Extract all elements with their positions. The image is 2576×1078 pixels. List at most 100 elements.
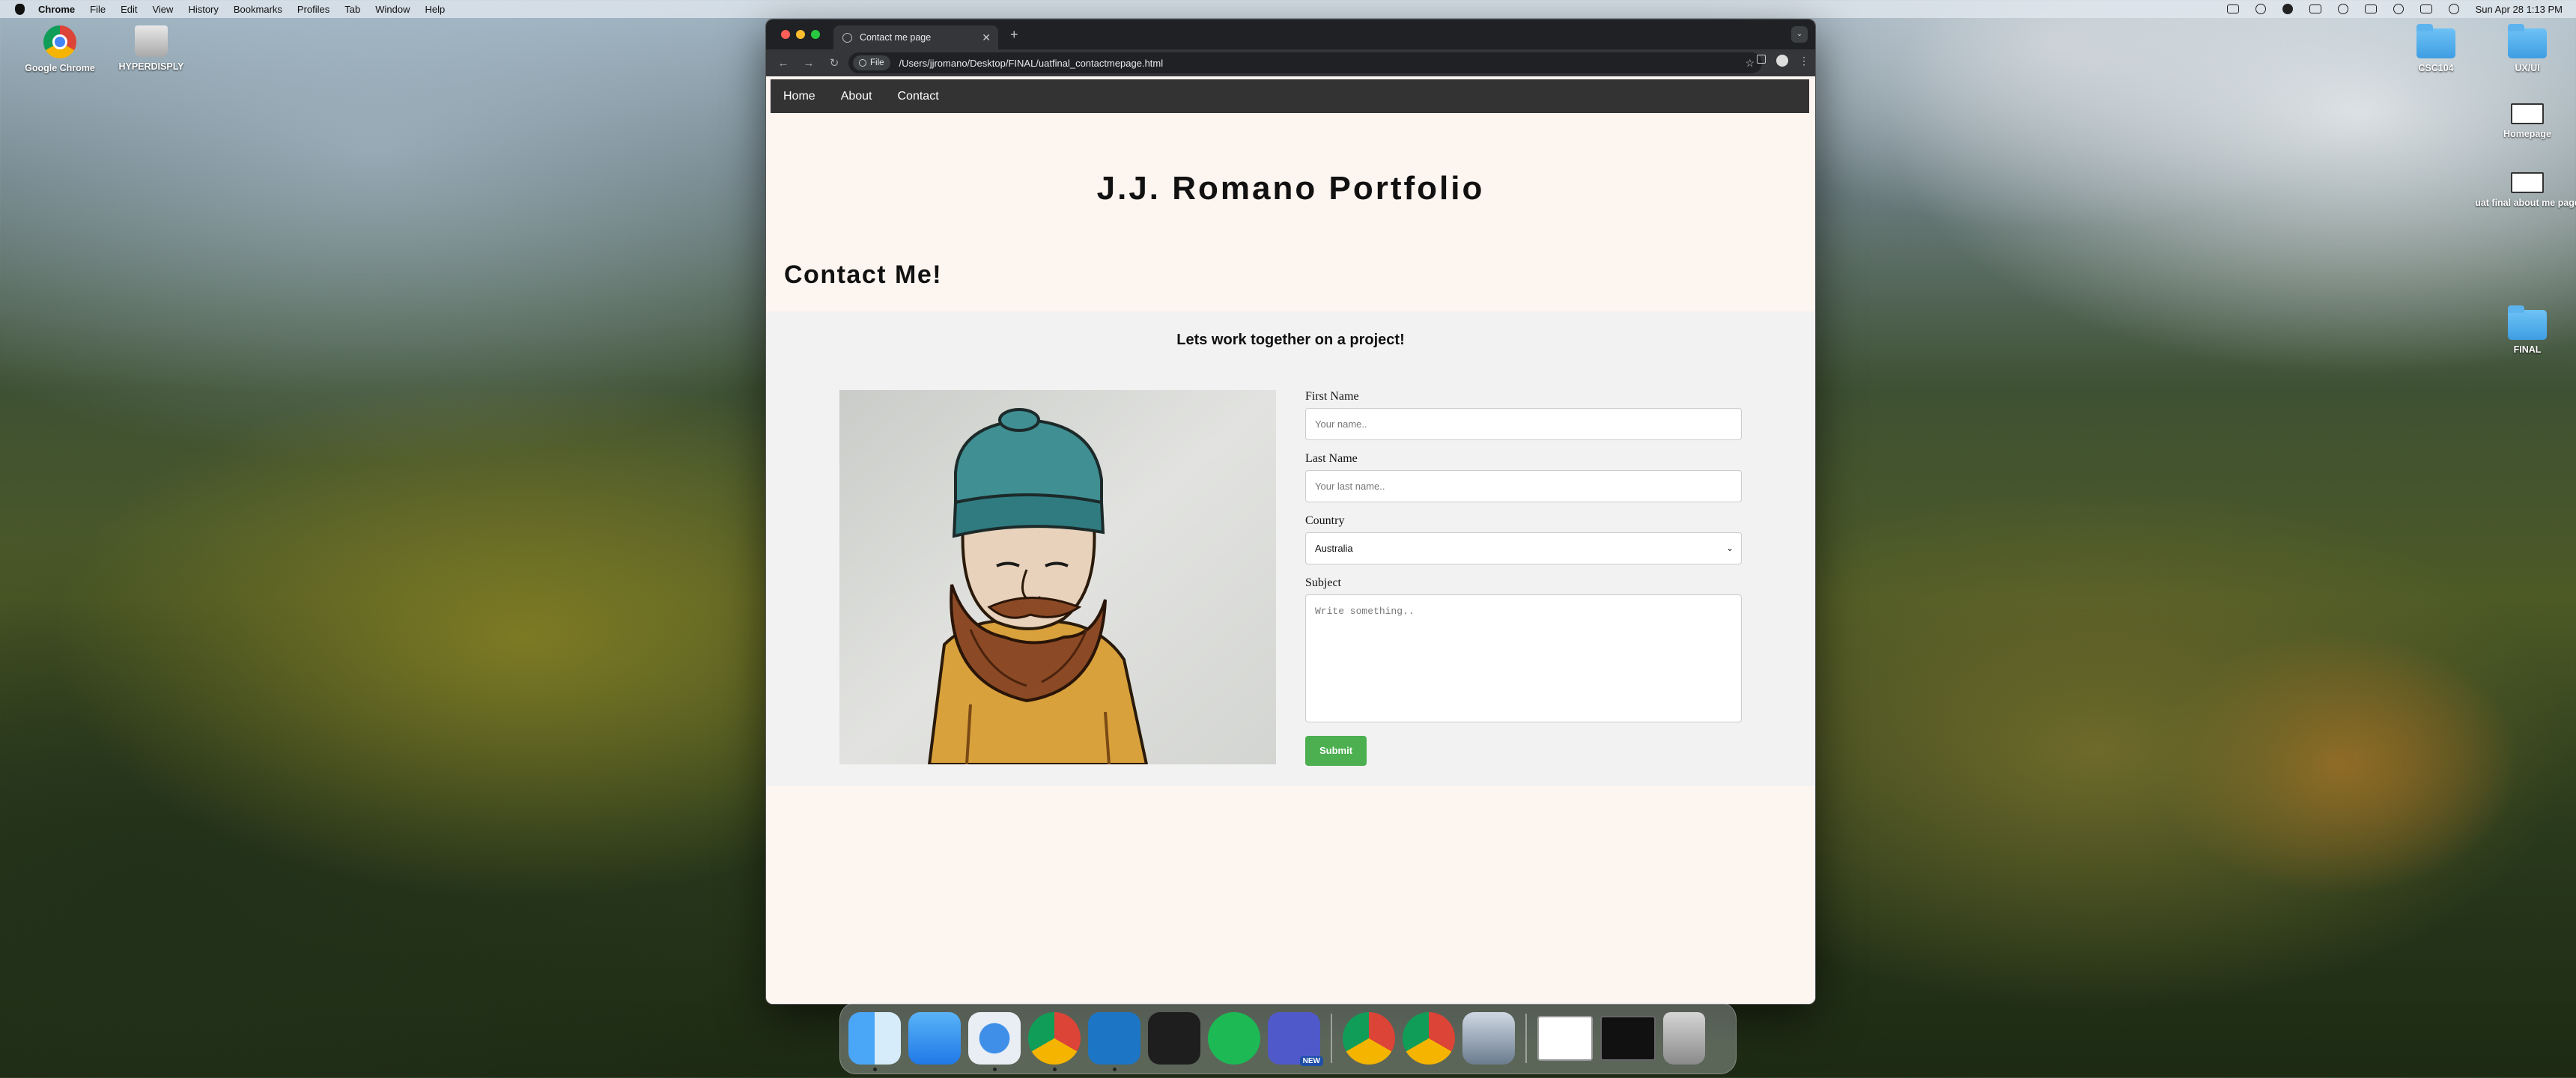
- country-selected-value: Australia: [1315, 543, 1353, 554]
- menu-window[interactable]: Window: [375, 4, 410, 15]
- desktop-icon-homepage[interactable]: Homepage: [2475, 103, 2576, 139]
- desktop-icon-hyperdisply[interactable]: HYPERDISPLY: [99, 25, 204, 72]
- desktop-icon-label: Homepage: [2503, 129, 2551, 139]
- first-name-input[interactable]: Your name..: [1305, 408, 1742, 440]
- dock-chrome-profile-icon[interactable]: [1343, 1012, 1395, 1065]
- dock-vscode-icon[interactable]: [1088, 1012, 1140, 1071]
- contact-form: First Name Your name.. Last Name Your la…: [1305, 390, 1742, 766]
- screen-mirroring-icon[interactable]: [2226, 4, 2239, 13]
- menu-edit[interactable]: Edit: [121, 4, 137, 15]
- contact-tagline: Lets work together on a project!: [1176, 332, 1405, 348]
- desktop-icon-label: Google Chrome: [25, 63, 95, 73]
- desktop-icon-label: CSC104: [2418, 63, 2454, 73]
- menu-app-name[interactable]: Chrome: [38, 4, 75, 15]
- dock-spotify-icon[interactable]: [1208, 1012, 1260, 1065]
- site-nav: Home About Contact: [771, 79, 1809, 113]
- battery-icon[interactable]: [2309, 4, 2321, 13]
- browser-toolbar: ← → ↻ File /Users/jjromano/Desktop/FINAL…: [766, 49, 1815, 76]
- dock-separator: [1331, 1014, 1332, 1063]
- menu-profiles[interactable]: Profiles: [297, 4, 329, 15]
- contact-heading: Contact Me!: [784, 261, 943, 289]
- site-info-chip[interactable]: File: [853, 55, 890, 70]
- back-icon[interactable]: ←: [771, 57, 796, 70]
- tab-strip: Contact me page ✕ + ⌄: [766, 19, 1815, 49]
- site-info-label: File: [870, 58, 884, 67]
- dock-minimized-window-thumbnail[interactable]: [1600, 1016, 1656, 1061]
- status-icon[interactable]: [2255, 4, 2266, 14]
- dock-minimized-window-thumbnail[interactable]: [1537, 1016, 1593, 1061]
- new-tab-icon[interactable]: +: [1010, 27, 1018, 43]
- profile-icon[interactable]: [1776, 55, 1788, 67]
- zoom-window-button[interactable]: [811, 30, 820, 39]
- more-menu-icon[interactable]: ⋮: [1799, 55, 1809, 67]
- menu-tab[interactable]: Tab: [344, 4, 360, 15]
- nav-contact[interactable]: Contact: [885, 79, 952, 113]
- window-controls: [781, 30, 820, 39]
- search-icon[interactable]: [2393, 4, 2404, 14]
- menu-bookmarks[interactable]: Bookmarks: [234, 4, 282, 15]
- info-icon: [859, 59, 866, 67]
- siri-icon[interactable]: [2448, 4, 2459, 14]
- chrome-icon: [43, 25, 76, 58]
- subject-textarea[interactable]: Write something..: [1305, 594, 1742, 722]
- url-text[interactable]: /Users/jjromano/Desktop/FINAL/uatfinal_c…: [899, 58, 1164, 69]
- running-indicator: [1113, 1068, 1117, 1071]
- dock-preview-icon[interactable]: [1462, 1012, 1515, 1065]
- nav-about[interactable]: About: [828, 79, 885, 113]
- dock-mail-icon[interactable]: [908, 1012, 961, 1065]
- apple-menu-icon[interactable]: [15, 3, 25, 15]
- menu-view[interactable]: View: [152, 4, 173, 15]
- menu-file[interactable]: File: [90, 4, 106, 15]
- country-label: Country: [1305, 514, 1345, 527]
- dock-safari-icon[interactable]: [968, 1012, 1021, 1071]
- side-panel-icon[interactable]: [1757, 55, 1766, 64]
- tab-search-icon[interactable]: ⌄: [1791, 26, 1808, 43]
- dock-teams-icon[interactable]: NEW: [1268, 1012, 1323, 1066]
- submit-button[interactable]: Submit: [1305, 736, 1367, 766]
- desktop-icon-csc104[interactable]: CSC104: [2384, 24, 2488, 73]
- site-title: J.J. Romano Portfolio: [1096, 170, 1485, 207]
- wifi-icon[interactable]: [2337, 4, 2348, 14]
- desktop-icon-final[interactable]: FINAL: [2475, 305, 2576, 355]
- bookmark-star-icon[interactable]: ☆: [1745, 57, 1755, 70]
- dock-trash-icon[interactable]: [1663, 1012, 1705, 1065]
- tab-contact-me-page[interactable]: Contact me page ✕: [833, 25, 998, 49]
- desktop-icon-label: HYPERDISPLY: [118, 61, 184, 72]
- menu-bar: Chrome File Edit View History Bookmarks …: [0, 0, 2576, 18]
- last-name-input[interactable]: Your last name..: [1305, 470, 1742, 502]
- dock-chrome-profile-icon[interactable]: [1403, 1012, 1455, 1065]
- reload-icon[interactable]: ↻: [821, 56, 847, 70]
- desktop-icon-label: FINAL: [2513, 344, 2542, 355]
- notifications-icon[interactable]: [2419, 4, 2432, 13]
- minimize-window-button[interactable]: [796, 30, 805, 39]
- control-center-icon[interactable]: [2364, 4, 2377, 13]
- contact-section: Lets work together on a project! First N…: [766, 311, 1815, 786]
- desktop-icon-google-chrome[interactable]: Google Chrome: [7, 25, 112, 73]
- html-file-icon: [2511, 103, 2544, 124]
- desktop-icon-ux-ui[interactable]: UX/UI: [2475, 24, 2576, 73]
- menu-help[interactable]: Help: [425, 4, 446, 15]
- running-indicator: [1053, 1068, 1057, 1071]
- dock-chrome-icon[interactable]: [1028, 1012, 1081, 1071]
- country-select[interactable]: Australia ⌄: [1305, 532, 1742, 564]
- forward-icon[interactable]: →: [796, 57, 821, 70]
- chevron-down-icon: ⌄: [1725, 543, 1734, 553]
- menu-history[interactable]: History: [188, 4, 218, 15]
- dock-separator: [1525, 1014, 1527, 1063]
- html-file-icon: [2511, 172, 2544, 193]
- desktop-icon-uat-final-about-me-page[interactable]: uat final about me page: [2475, 172, 2576, 208]
- address-bar[interactable]: File /Users/jjromano/Desktop/FINAL/uatfi…: [848, 52, 1762, 73]
- close-window-button[interactable]: [781, 30, 790, 39]
- running-indicator: [873, 1068, 877, 1071]
- folder-icon: [2416, 24, 2455, 58]
- menu-clock[interactable]: Sun Apr 28 1:13 PM: [2476, 4, 2563, 15]
- nav-home[interactable]: Home: [771, 79, 828, 113]
- subject-label: Subject: [1305, 576, 1341, 589]
- dock-finder-icon[interactable]: [848, 1012, 901, 1071]
- teams-new-badge: NEW: [1299, 1056, 1323, 1066]
- tab-title: Contact me page: [860, 32, 932, 43]
- close-tab-icon[interactable]: ✕: [982, 31, 991, 44]
- dock-figma-icon[interactable]: [1148, 1012, 1200, 1065]
- creative-cloud-icon[interactable]: [2282, 4, 2293, 14]
- first-name-label: First Name: [1305, 390, 1359, 403]
